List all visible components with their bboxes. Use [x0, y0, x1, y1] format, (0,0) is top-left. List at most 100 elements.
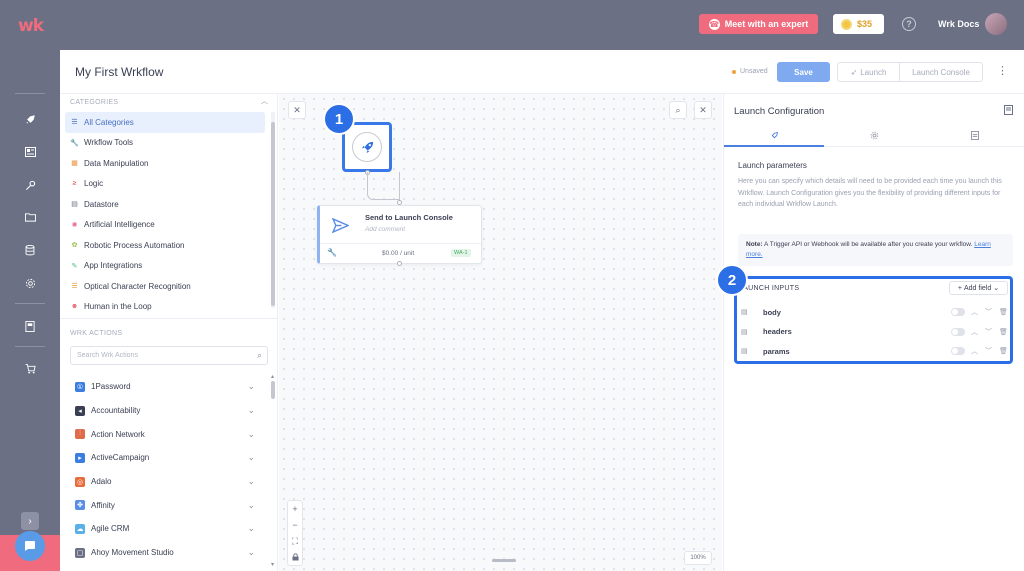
- chevron-down-icon[interactable]: ⌄: [247, 476, 255, 487]
- chevron-down-icon[interactable]: ⌄: [247, 381, 255, 392]
- launch-parameters-description: Here you can specify which details will …: [738, 178, 1002, 208]
- launch-input-row[interactable]: ▤ body ︿ ﹀ 🗑: [741, 304, 1009, 320]
- required-toggle[interactable]: [951, 327, 965, 336]
- add-comment-field[interactable]: Add comment: [365, 226, 405, 233]
- category-item[interactable]: ✿ Robotic Process Automation: [65, 235, 265, 256]
- move-down-icon[interactable]: ﹀: [985, 346, 992, 356]
- action-list-item[interactable]: ◂ Accountability ⌄: [65, 399, 265, 423]
- tab-launch[interactable]: [724, 127, 825, 147]
- key-icon[interactable]: [24, 179, 36, 191]
- category-item[interactable]: ☻ Human in the Loop: [65, 297, 265, 318]
- tab-docs[interactable]: [925, 127, 1024, 146]
- action-list-item[interactable]: ⫶ Action Network ⌄: [65, 422, 265, 446]
- move-down-icon[interactable]: ﹀: [985, 327, 992, 337]
- more-options-icon[interactable]: ⋮: [997, 64, 1008, 77]
- collapse-categories-icon[interactable]: ︿: [261, 96, 268, 106]
- action-list-item[interactable]: ☁ Agile CRM ⌄: [65, 517, 265, 541]
- chat-button[interactable]: [15, 531, 45, 561]
- workflow-canvas[interactable]: ✕ ⌕ ✕ 1 Send to Launch Console Add comme…: [279, 94, 722, 571]
- move-up-icon[interactable]: ︿: [971, 327, 978, 337]
- move-down-icon[interactable]: ﹀: [985, 307, 992, 317]
- action-list-item[interactable]: ▢ Ahoy Movement Studio ⌄: [65, 541, 265, 565]
- close-panel-icon[interactable]: ✕: [288, 101, 306, 119]
- required-toggle[interactable]: [951, 308, 965, 316]
- category-item[interactable]: ☰ Optical Character Recognition: [65, 276, 265, 297]
- required-toggle[interactable]: [951, 347, 965, 355]
- action-label: 1Password: [91, 382, 131, 392]
- action-list-item[interactable]: ▸ ActiveCampaign ⌄: [65, 446, 265, 470]
- add-field-button[interactable]: + Add field ⌄: [949, 281, 1008, 295]
- help-icon[interactable]: ?: [902, 17, 916, 31]
- cart-icon[interactable]: [24, 363, 36, 375]
- delete-field-icon[interactable]: 🗑: [999, 308, 1008, 316]
- dashboard-icon[interactable]: [24, 146, 36, 158]
- org-name[interactable]: Wrk Docs: [938, 19, 979, 29]
- top-bar: wk ☎ Meet with an expert $35 ? Wrk Docs: [0, 0, 1024, 50]
- chevron-down-icon[interactable]: ⌄: [247, 523, 255, 534]
- config-tabs: [724, 127, 1024, 147]
- delete-field-icon[interactable]: 🗑: [999, 347, 1008, 355]
- chevron-down-icon[interactable]: ⌄: [247, 429, 255, 440]
- action-list-item[interactable]: ① 1Password ⌄: [65, 375, 265, 399]
- chevron-down-icon[interactable]: ⌄: [247, 547, 255, 558]
- settings-icon[interactable]: [24, 277, 36, 289]
- canvas-search-icon[interactable]: ⌕: [669, 101, 687, 119]
- search-actions-placeholder: Search Wrk Actions: [77, 352, 138, 359]
- wrk-logo[interactable]: wk: [18, 16, 44, 36]
- category-item[interactable]: ▤ Datastore: [65, 194, 265, 215]
- launch-input-row[interactable]: ▤ params ︿ ﹀ 🗑: [741, 343, 1009, 359]
- fit-view-icon[interactable]: ⛶: [288, 533, 302, 549]
- credits-badge[interactable]: $35: [833, 14, 884, 34]
- category-item[interactable]: ✎ App Integrations: [65, 256, 265, 277]
- category-item[interactable]: ☰ All Categories: [65, 112, 265, 133]
- workflow-title[interactable]: My First Wrkflow: [75, 65, 163, 79]
- action-list-item[interactable]: ✤ Affinity ⌄: [65, 493, 265, 517]
- launch-button[interactable]: ➶ Launch: [838, 63, 900, 81]
- chevron-down-icon[interactable]: ⌄: [247, 500, 255, 511]
- delete-field-icon[interactable]: 🗑: [999, 328, 1008, 336]
- category-item[interactable]: ▦ Data Manipulation: [65, 153, 265, 174]
- category-item[interactable]: 🔧 Wrkflow Tools: [65, 133, 265, 154]
- zoom-out-icon[interactable]: −: [288, 517, 302, 533]
- canvas-drag-handle[interactable]: [492, 559, 516, 562]
- save-button[interactable]: Save: [777, 62, 830, 82]
- action-list-item[interactable]: ◎ Adalo ⌄: [65, 470, 265, 494]
- folder-icon[interactable]: [24, 211, 36, 223]
- book-icon[interactable]: [24, 320, 36, 332]
- search-actions-input[interactable]: Search Wrk Actions ⌕: [70, 346, 268, 365]
- scroll-down-icon[interactable]: ▾: [271, 561, 274, 568]
- categories-scroll-thumb[interactable]: [271, 122, 275, 306]
- action-node[interactable]: Send to Launch Console Add comment 🔧 $0.…: [317, 205, 482, 264]
- database-icon[interactable]: [24, 244, 36, 256]
- app-logo-icon: ①: [75, 381, 85, 392]
- expand-rail-button[interactable]: ›: [21, 512, 39, 530]
- chevron-down-icon[interactable]: ⌄: [247, 405, 255, 416]
- categories-heading: CATEGORIES: [70, 99, 119, 106]
- zoom-in-icon[interactable]: +: [288, 501, 302, 517]
- move-up-icon[interactable]: ︿: [971, 346, 978, 356]
- left-rail: [0, 50, 60, 571]
- datastore-icon: ▤: [71, 201, 78, 209]
- lock-icon[interactable]: [288, 549, 302, 565]
- rocket-icon: [770, 131, 779, 142]
- rocket-icon[interactable]: [24, 113, 36, 125]
- category-item[interactable]: ≥ Logic: [65, 174, 265, 195]
- app-logo-icon: ◂: [75, 405, 85, 416]
- doc-icon[interactable]: [1004, 105, 1013, 117]
- scroll-up-icon[interactable]: ▴: [271, 373, 274, 380]
- tab-settings[interactable]: [824, 127, 924, 146]
- chevron-down-icon: ⌄: [993, 285, 1000, 292]
- close-canvas-icon[interactable]: ✕: [694, 101, 712, 119]
- meet-expert-button[interactable]: ☎ Meet with an expert: [699, 14, 818, 34]
- action-label: ActiveCampaign: [91, 453, 150, 463]
- avatar[interactable]: [985, 13, 1007, 35]
- action-output-port[interactable]: [397, 261, 402, 266]
- category-label: Artificial Intelligence: [84, 220, 155, 230]
- launch-input-row[interactable]: ▤ headers ︿ ﹀ 🗑: [741, 324, 1009, 340]
- move-up-icon[interactable]: ︿: [971, 307, 978, 317]
- chevron-down-icon[interactable]: ⌄: [247, 452, 255, 463]
- rocket-icon: ➶: [850, 67, 858, 77]
- launch-console-button[interactable]: Launch Console: [900, 63, 982, 81]
- category-item[interactable]: ✺ Artificial Intelligence: [65, 215, 265, 236]
- actions-scroll-thumb[interactable]: [271, 381, 275, 399]
